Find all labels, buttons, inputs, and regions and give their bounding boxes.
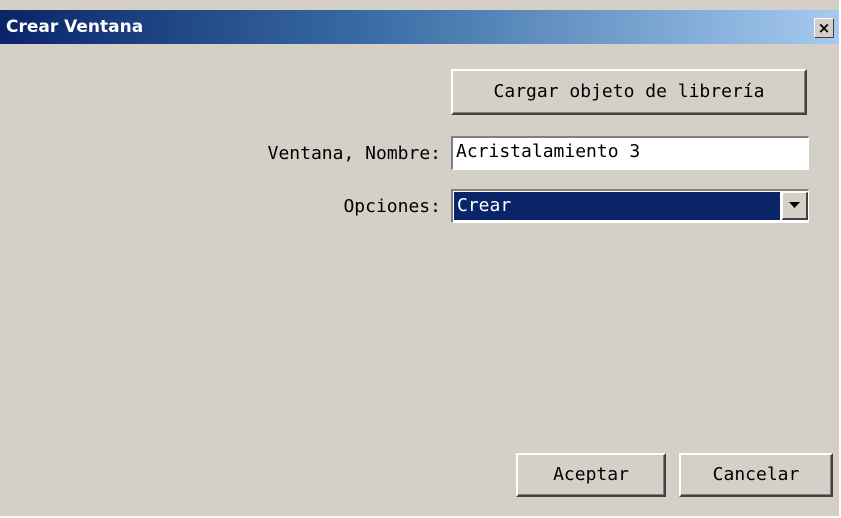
- window-title: Crear Ventana: [6, 17, 144, 37]
- window-name-label: Ventana, Nombre:: [267, 143, 441, 164]
- dropdown-button[interactable]: [782, 192, 808, 220]
- close-icon: ×: [817, 19, 831, 37]
- crear-ventana-dialog: Crear Ventana × Cargar objeto de librerí…: [0, 0, 841, 518]
- options-label: Opciones:: [343, 196, 441, 217]
- chevron-down-icon: [789, 202, 800, 208]
- window-name-input[interactable]: Acristalamiento 3: [451, 136, 809, 170]
- accept-button[interactable]: Aceptar: [516, 453, 666, 497]
- options-dropdown[interactable]: Crear: [451, 189, 809, 223]
- load-library-object-button[interactable]: Cargar objeto de librería: [451, 69, 807, 115]
- options-selected-value: Crear: [454, 192, 780, 220]
- cancel-button[interactable]: Cancelar: [679, 453, 833, 497]
- title-bar[interactable]: Crear Ventana ×: [0, 10, 839, 44]
- close-button[interactable]: ×: [814, 18, 834, 38]
